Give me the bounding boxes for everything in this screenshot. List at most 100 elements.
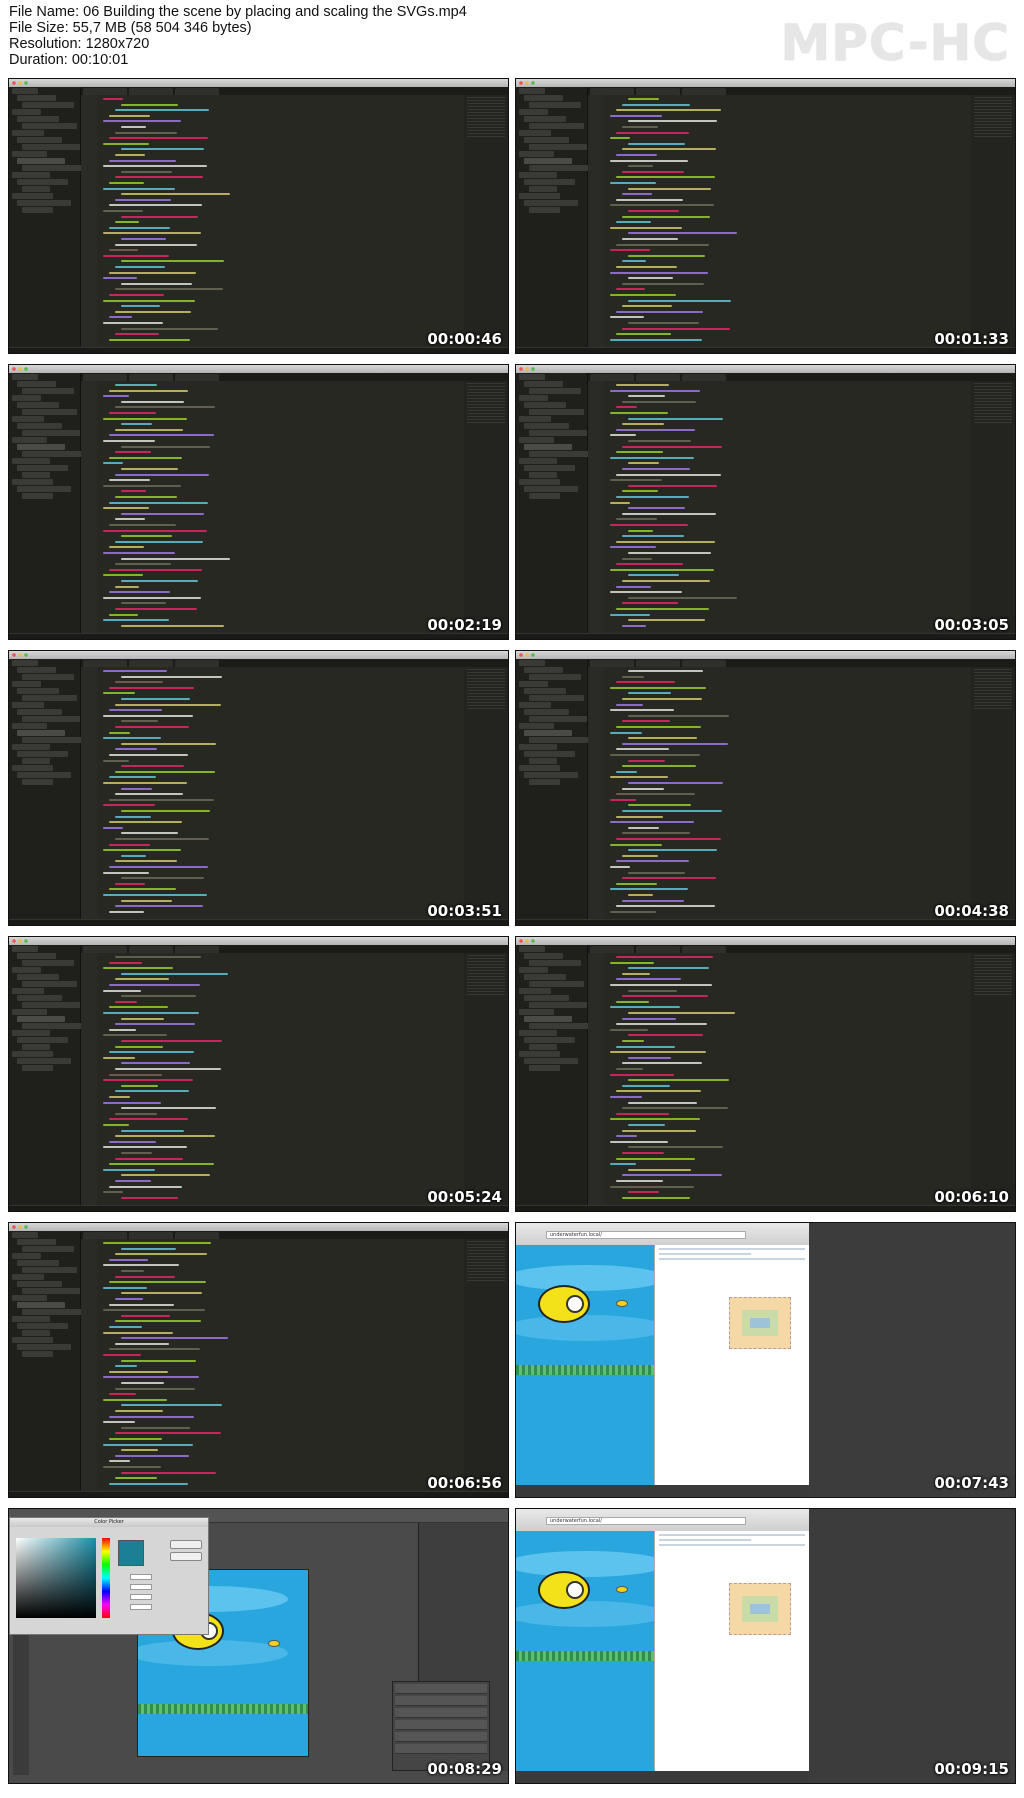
sidebar-item[interactable] <box>529 674 581 680</box>
hue-slider[interactable] <box>102 1538 110 1618</box>
tools-panel[interactable] <box>13 1635 29 1775</box>
sidebar-item[interactable] <box>17 953 56 959</box>
sidebar-item[interactable] <box>12 1051 53 1057</box>
sidebar-item[interactable] <box>519 1051 560 1057</box>
sidebar-item[interactable] <box>529 695 584 701</box>
sidebar-item[interactable] <box>22 674 74 680</box>
thumbnail-5[interactable]: 00:03:51 <box>8 650 509 926</box>
sidebar-item[interactable] <box>524 486 578 492</box>
sidebar-item[interactable] <box>12 193 53 199</box>
sidebar-item[interactable] <box>529 716 587 722</box>
sidebar-item[interactable] <box>22 1351 53 1357</box>
sidebar-item[interactable] <box>22 102 74 108</box>
thumbnail-10[interactable]: underwaterfun.local/ 00:07:43 <box>515 1222 1016 1498</box>
sidebar-item[interactable] <box>519 130 551 136</box>
sidebar-item[interactable] <box>22 409 77 415</box>
sidebar-item[interactable] <box>22 388 74 394</box>
sidebar-item[interactable] <box>17 402 59 408</box>
sidebar-item[interactable] <box>12 479 53 485</box>
sidebar-item[interactable] <box>12 1232 38 1238</box>
devtools-panel[interactable] <box>654 1245 809 1485</box>
thumbnail-6[interactable]: 00:04:38 <box>515 650 1016 926</box>
sidebar-item[interactable] <box>12 109 41 115</box>
layers-panel[interactable] <box>392 1681 490 1771</box>
sidebar-item[interactable] <box>17 1058 71 1064</box>
sidebar-item[interactable] <box>17 995 62 1001</box>
sidebar-item[interactable] <box>22 186 50 192</box>
sidebar-item[interactable] <box>524 709 569 715</box>
sidebar-item[interactable] <box>529 123 584 129</box>
thumbnail-12[interactable]: underwaterfun.local/ 00:09:15 <box>515 1508 1016 1784</box>
sidebar-item[interactable] <box>524 444 572 450</box>
sidebar-item[interactable] <box>529 779 560 785</box>
url-bar[interactable]: underwaterfun.local/ <box>546 1231 746 1239</box>
sidebar-item[interactable] <box>17 1016 65 1022</box>
thumbnail-9[interactable]: 00:06:56 <box>8 1222 509 1498</box>
sidebar-item[interactable] <box>529 472 557 478</box>
sidebar-item[interactable] <box>22 1246 74 1252</box>
sidebar-item[interactable] <box>22 493 53 499</box>
sidebar-item[interactable] <box>519 765 560 771</box>
sidebar-item[interactable] <box>529 102 581 108</box>
sidebar-item[interactable] <box>22 144 80 150</box>
sidebar-item[interactable] <box>12 1316 50 1322</box>
sidebar-item[interactable] <box>22 981 77 987</box>
sidebar-item[interactable] <box>529 1044 557 1050</box>
cancel-button[interactable] <box>170 1552 202 1561</box>
sidebar-item[interactable] <box>12 681 41 687</box>
sidebar-item[interactable] <box>17 1239 56 1245</box>
sidebar-item[interactable] <box>12 458 50 464</box>
sidebar-item[interactable] <box>22 1044 50 1050</box>
sidebar-item[interactable] <box>22 960 74 966</box>
sidebar-item[interactable] <box>12 765 53 771</box>
sidebar-item[interactable] <box>524 95 563 101</box>
sidebar-item[interactable] <box>529 165 590 171</box>
sidebar-item[interactable] <box>519 1009 554 1015</box>
sidebar-item[interactable] <box>524 667 563 673</box>
sidebar-item[interactable] <box>524 730 572 736</box>
sidebar-item[interactable] <box>17 1281 62 1287</box>
sidebar-item[interactable] <box>22 695 77 701</box>
sidebar-item[interactable] <box>524 1037 575 1043</box>
sidebar-item[interactable] <box>519 479 560 485</box>
sidebar-item[interactable] <box>17 772 71 778</box>
sidebar-item[interactable] <box>519 88 545 94</box>
sidebar-item[interactable] <box>12 1253 41 1259</box>
sidebar-item[interactable] <box>529 1023 590 1029</box>
sidebar-item[interactable] <box>22 1330 50 1336</box>
sidebar-item[interactable] <box>12 437 47 443</box>
thumbnail-2[interactable]: 00:01:33 <box>515 78 1016 354</box>
sidebar-item[interactable] <box>12 1337 53 1343</box>
sidebar-item[interactable] <box>529 493 560 499</box>
sidebar-item[interactable] <box>17 158 65 164</box>
sidebar-item[interactable] <box>524 116 566 122</box>
sidebar-item[interactable] <box>22 1288 80 1294</box>
sidebar-item[interactable] <box>17 179 68 185</box>
sidebar-item[interactable] <box>524 1016 572 1022</box>
sidebar-item[interactable] <box>524 200 578 206</box>
sidebar-item[interactable] <box>524 772 578 778</box>
sidebar-item[interactable] <box>529 186 557 192</box>
sidebar-item[interactable] <box>524 1058 578 1064</box>
sidebar-item[interactable] <box>529 1002 587 1008</box>
sidebar-item[interactable] <box>524 465 575 471</box>
sidebar-item[interactable] <box>17 381 56 387</box>
sidebar-item[interactable] <box>12 723 47 729</box>
sidebar-item[interactable] <box>17 423 62 429</box>
sidebar-item[interactable] <box>524 995 569 1001</box>
sidebar-item[interactable] <box>519 109 548 115</box>
sidebar-item[interactable] <box>22 758 50 764</box>
sidebar-item[interactable] <box>17 137 62 143</box>
sidebar-item[interactable] <box>17 730 65 736</box>
sidebar-item[interactable] <box>519 437 554 443</box>
sidebar-item[interactable] <box>524 953 563 959</box>
url-bar[interactable]: underwaterfun.local/ <box>546 1517 746 1525</box>
sidebar-item[interactable] <box>17 1302 65 1308</box>
sidebar-item[interactable] <box>519 458 557 464</box>
sidebar-item[interactable] <box>17 1344 71 1350</box>
sidebar-item[interactable] <box>22 716 80 722</box>
devtools-panel[interactable] <box>654 1531 809 1771</box>
sidebar-item[interactable] <box>17 444 65 450</box>
sidebar-item[interactable] <box>524 423 569 429</box>
color-picker-dialog[interactable]: Color Picker <box>9 1517 209 1635</box>
